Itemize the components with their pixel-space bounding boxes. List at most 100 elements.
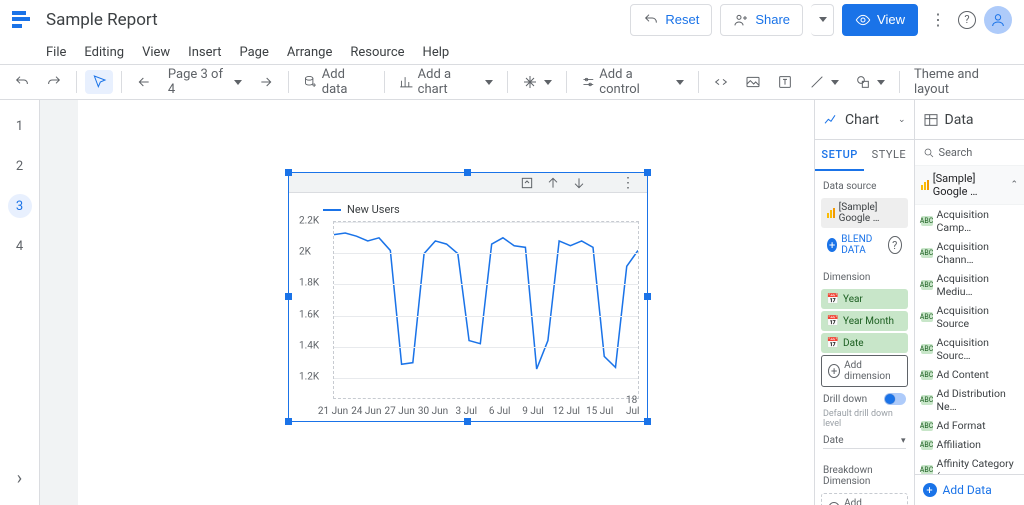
- view-button[interactable]: View: [842, 4, 918, 36]
- url-embed-button[interactable]: [707, 70, 735, 94]
- expand-rail-button[interactable]: ›: [17, 468, 22, 489]
- drill-level-select[interactable]: Date▾: [823, 433, 906, 449]
- resize-handle[interactable]: [285, 169, 292, 176]
- add-control-button[interactable]: Add a control: [575, 63, 691, 101]
- share-button[interactable]: Share: [720, 4, 803, 36]
- menu-help[interactable]: Help: [423, 45, 450, 60]
- menu-editing[interactable]: Editing: [84, 45, 124, 60]
- data-panel-header: Data: [915, 100, 1024, 140]
- caret-down-icon: [544, 80, 552, 85]
- x-tick-label: 12 Jul: [553, 406, 580, 417]
- chart-setup-panel: Chart ⌄ SETUP STYLE Data source [Sample]…: [815, 100, 915, 505]
- data-source-pill[interactable]: [Sample] Google …: [821, 198, 908, 228]
- product-logo: [12, 10, 32, 30]
- image-button[interactable]: [739, 70, 767, 94]
- add-dimension-button[interactable]: +Add dimension: [821, 355, 908, 387]
- y-tick-label: 1.4K: [299, 340, 319, 351]
- field-type-badge: ABC: [921, 465, 933, 474]
- more-options-icon[interactable]: ⋮: [926, 6, 950, 33]
- add-chart-button[interactable]: Add a chart: [393, 63, 499, 101]
- page-indicator[interactable]: Page 3 of 4: [162, 63, 248, 101]
- menu-resource[interactable]: Resource: [350, 45, 404, 60]
- dimension-pill[interactable]: 📅Date: [821, 333, 908, 353]
- field-item[interactable]: ABCAffinity Category (…: [915, 454, 1024, 474]
- add-data-button[interactable]: Add data: [297, 63, 376, 101]
- x-tick-label: 21 Jun: [318, 406, 348, 417]
- add-data-button[interactable]: + Add Data: [915, 474, 1024, 505]
- menu-page[interactable]: Page: [239, 45, 268, 60]
- redo-button[interactable]: [40, 70, 68, 94]
- report-page[interactable]: ⋮ New Users 1.2K1.4K1.6K1.8K2K2.2K21 Jun…: [78, 100, 814, 505]
- drill-down-toggle[interactable]: [884, 393, 906, 405]
- chart-type-selector[interactable]: Chart ⌄: [815, 100, 914, 140]
- y-tick-label: 2K: [299, 247, 311, 258]
- drill-down-icon[interactable]: [571, 175, 587, 191]
- help-icon[interactable]: ?: [888, 236, 902, 254]
- field-item[interactable]: ABCAd Content: [915, 365, 1024, 384]
- field-item[interactable]: ABCAcquisition Chann…: [915, 237, 1024, 269]
- chart-more-icon[interactable]: ⋮: [617, 171, 639, 195]
- data-panel: Data Search [Sample] Google … ⌃ ABCAcqui…: [915, 100, 1024, 505]
- account-avatar[interactable]: [984, 6, 1012, 34]
- tab-setup[interactable]: SETUP: [815, 140, 864, 171]
- menu-file[interactable]: File: [46, 45, 66, 60]
- menu-arrange[interactable]: Arrange: [287, 45, 332, 60]
- select-tool[interactable]: [85, 70, 113, 94]
- y-tick-label: 1.2K: [299, 372, 319, 383]
- field-item[interactable]: ABCAd Distribution Ne…: [915, 384, 1024, 416]
- canvas[interactable]: ⋮ New Users 1.2K1.4K1.6K1.8K2K2.2K21 Jun…: [40, 100, 814, 505]
- x-tick-label: 15 Jul: [586, 406, 613, 417]
- help-icon[interactable]: ?: [958, 11, 976, 29]
- share-dropdown[interactable]: [811, 4, 834, 36]
- theme-layout-button[interactable]: Theme and layout: [908, 63, 1016, 101]
- time-series-chart[interactable]: ⋮ New Users 1.2K1.4K1.6K1.8K2K2.2K21 Jun…: [288, 172, 648, 422]
- collapse-icon[interactable]: ⌃: [1010, 180, 1018, 190]
- legend: New Users: [323, 203, 637, 216]
- blend-data-button[interactable]: + BLEND DATA ?: [821, 230, 908, 260]
- menu-insert[interactable]: Insert: [188, 45, 221, 60]
- text-button[interactable]: [771, 70, 799, 94]
- next-page-button[interactable]: [252, 70, 280, 94]
- resize-handle[interactable]: [644, 169, 651, 176]
- field-item[interactable]: ABCAd Format: [915, 416, 1024, 435]
- reset-button[interactable]: Reset: [630, 4, 712, 36]
- doc-title[interactable]: Sample Report: [46, 10, 158, 30]
- field-item[interactable]: ABCAffiliation: [915, 435, 1024, 454]
- add-breakdown-button[interactable]: +Add dimension: [821, 493, 908, 505]
- line-button[interactable]: [803, 70, 845, 94]
- caret-down-icon: [877, 80, 885, 85]
- caret-down-icon: [485, 80, 493, 85]
- field-item[interactable]: ABCAcquisition Camp…: [915, 205, 1024, 237]
- page-thumb[interactable]: 3: [8, 194, 32, 218]
- data-source-header[interactable]: [Sample] Google … ⌃: [915, 166, 1024, 205]
- table-icon: [923, 112, 939, 128]
- page-thumb[interactable]: 2: [8, 154, 32, 178]
- prev-page-button[interactable]: [130, 70, 158, 94]
- dimension-pill[interactable]: 📅Year Month: [821, 311, 908, 331]
- x-tick-label: 6 Jul: [489, 406, 511, 417]
- x-tick-label: 18 Jul: [626, 395, 640, 417]
- drill-up-icon[interactable]: [545, 175, 561, 191]
- calendar-icon: 📅: [827, 315, 839, 327]
- plus-icon: +: [923, 483, 937, 497]
- person-icon: [990, 12, 1006, 28]
- page-thumb[interactable]: 4: [8, 234, 32, 258]
- community-viz-button[interactable]: [516, 70, 558, 94]
- field-item[interactable]: ABCAcquisition Mediu…: [915, 269, 1024, 301]
- undo-button[interactable]: [8, 70, 36, 94]
- menu-view[interactable]: View: [142, 45, 170, 60]
- resize-handle[interactable]: [464, 169, 471, 176]
- dimension-pill[interactable]: 📅Year: [821, 289, 908, 309]
- field-search[interactable]: Search: [915, 140, 1024, 166]
- page-thumb[interactable]: 1: [8, 114, 32, 138]
- field-type-badge: ABC: [921, 440, 933, 450]
- reset-drill-icon[interactable]: [519, 175, 535, 191]
- caret-down-icon: [831, 80, 839, 85]
- person-plus-icon: [733, 12, 749, 28]
- shape-button[interactable]: [849, 70, 891, 94]
- drill-down-row: Drill down: [815, 389, 914, 409]
- toolbar: Page 3 of 4 Add data Add a chart Add a c…: [0, 64, 1024, 100]
- field-item[interactable]: ABCAcquisition Sourc…: [915, 333, 1024, 365]
- field-item[interactable]: ABCAcquisition Source: [915, 301, 1024, 333]
- tab-style[interactable]: STYLE: [864, 140, 913, 171]
